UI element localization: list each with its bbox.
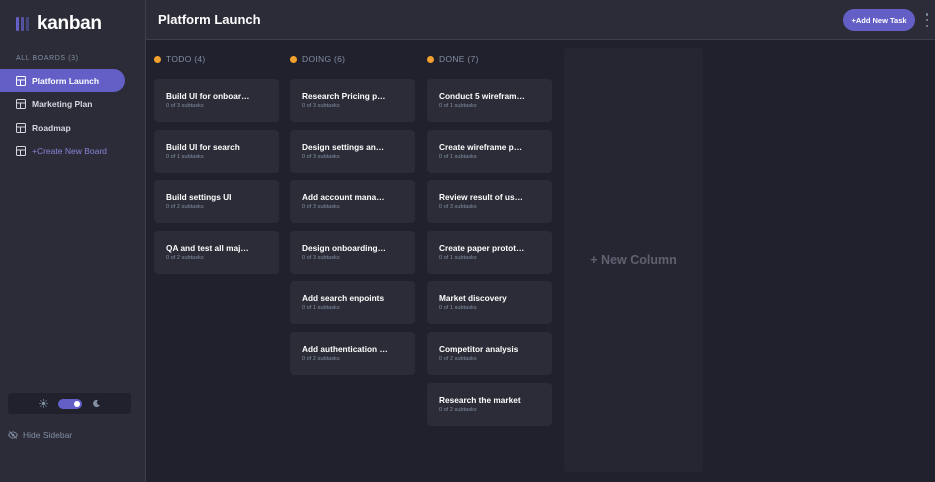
board-list: Platform Launch Marketing Plan Roadmap +… [0, 69, 146, 163]
sidebar-item-label: Marketing Plan [32, 99, 93, 109]
column-todo: TODO (4) Build UI for onboarding flow 0 … [154, 52, 279, 274]
task-card[interactable]: Design settings and search pages 0 of 3 … [290, 130, 415, 173]
task-card[interactable]: Add search enpoints 0 of 1 subtasks [290, 281, 415, 324]
sidebar-item-platform-launch[interactable]: Platform Launch [0, 69, 125, 92]
status-dot-icon [427, 55, 434, 63]
create-new-board-button[interactable]: +Create New Board [0, 140, 146, 163]
column-doing: DOING (6) Research Pricing points of var… [290, 52, 415, 375]
task-title: Create wireframe prototype [439, 142, 525, 152]
task-card[interactable]: Build UI for search 0 of 1 subtasks [154, 130, 279, 173]
add-new-task-button[interactable]: +Add New Task [843, 9, 915, 31]
task-card[interactable]: Competitor analysis 0 of 2 subtasks [427, 332, 552, 375]
task-card[interactable]: Research the market 0 of 2 subtasks [427, 383, 552, 426]
top-bar: Platform Launch +Add New Task [146, 0, 935, 40]
task-card[interactable]: Create paper prototypes 0 of 1 subtasks [427, 231, 552, 274]
task-subtasks: 0 of 2 subtasks [439, 356, 477, 362]
column-header: TODO (4) [154, 52, 279, 66]
task-title: Competitor analysis [439, 344, 519, 354]
task-title: Build UI for onboarding flow [166, 91, 252, 101]
board-icon [16, 146, 26, 156]
task-subtasks: 0 of 1 subtasks [439, 255, 477, 261]
all-boards-heading: ALL BOARDS (3) [16, 55, 79, 62]
logo: kanban [16, 13, 102, 34]
board-icon [16, 99, 26, 109]
task-title: Build UI for search [166, 142, 240, 152]
task-subtasks: 0 of 2 subtasks [166, 255, 204, 261]
sidebar: kanban ALL BOARDS (3) Platform Launch Ma… [0, 0, 146, 482]
task-card[interactable]: Build UI for onboarding flow 0 of 3 subt… [154, 79, 279, 122]
hide-sidebar-button[interactable]: Hide Sidebar [8, 428, 72, 442]
column-title: TODO (4) [166, 54, 206, 64]
task-card[interactable]: Conduct 5 wireframe tests 0 of 1 subtask… [427, 79, 552, 122]
task-subtasks: 0 of 3 subtasks [302, 154, 340, 160]
task-card[interactable]: Build settings UI 0 of 2 subtasks [154, 180, 279, 223]
task-card[interactable]: Add account management endpoints 0 of 3 … [290, 180, 415, 223]
sun-icon [38, 399, 48, 408]
kanban-logo-icon [16, 17, 29, 31]
status-dot-icon [154, 55, 161, 63]
status-dot-icon [290, 55, 297, 63]
column-header: DOING (6) [290, 52, 415, 66]
task-title: Add search enpoints [302, 293, 385, 303]
task-title: Build settings UI [166, 192, 232, 202]
task-title: Create paper prototypes [439, 243, 525, 253]
task-title: Add account management endpoints [302, 192, 388, 202]
switch-knob [73, 400, 80, 407]
task-title: Market discovery [439, 293, 507, 303]
task-subtasks: 0 of 1 subtasks [439, 305, 477, 311]
moon-icon [92, 399, 100, 408]
task-card[interactable]: QA and test all major user journeys 0 of… [154, 231, 279, 274]
task-title: Review result of usability tests [439, 192, 525, 202]
dark-mode-switch[interactable] [57, 398, 82, 409]
task-card[interactable]: Design onboarding flow 0 of 3 subtasks [290, 231, 415, 274]
new-column-button[interactable]: + New Column [564, 48, 703, 472]
task-subtasks: 0 of 1 subtasks [302, 305, 340, 311]
task-subtasks: 0 of 2 subtasks [166, 204, 204, 210]
task-title: QA and test all major user journeys [166, 243, 252, 253]
task-subtasks: 0 of 1 subtasks [439, 154, 477, 160]
sidebar-item-label: Roadmap [32, 122, 71, 133]
task-title: Research the market [439, 395, 521, 405]
task-subtasks: 0 of 3 subtasks [302, 204, 340, 210]
eye-slash-icon [8, 431, 18, 439]
task-card[interactable]: Review result of usability tests 0 of 3 … [427, 180, 552, 223]
sidebar-item-marketing-plan[interactable]: Marketing Plan [0, 93, 146, 116]
task-title: Conduct 5 wireframe tests [439, 91, 525, 101]
page-title: Platform Launch [158, 12, 261, 27]
board-icon [16, 75, 26, 86]
task-card[interactable]: Create wireframe prototype 0 of 1 subtas… [427, 130, 552, 173]
task-subtasks: 0 of 3 subtasks [439, 204, 477, 210]
task-subtasks: 0 of 3 subtasks [302, 255, 340, 261]
task-title: Design settings and search pages [302, 142, 388, 152]
column-done: DONE (7) Conduct 5 wireframe tests 0 of … [427, 52, 552, 426]
create-new-board-label: +Create New Board [32, 146, 107, 156]
sidebar-item-roadmap[interactable]: Roadmap [0, 116, 146, 139]
hide-sidebar-label: Hide Sidebar [23, 430, 73, 440]
task-title: Add authentication endpoints [302, 344, 388, 354]
theme-toggle [8, 393, 131, 414]
task-subtasks: 0 of 3 subtasks [166, 103, 204, 109]
task-subtasks: 0 of 2 subtasks [439, 407, 477, 413]
column-header: DONE (7) [427, 52, 552, 66]
task-card[interactable]: Research Pricing points of various compe… [290, 79, 415, 122]
column-title: DONE (7) [439, 54, 479, 64]
task-card[interactable]: Add authentication endpoints 0 of 2 subt… [290, 332, 415, 375]
task-title: Research Pricing points of various compe… [302, 91, 388, 101]
vertical-ellipsis-icon[interactable] [924, 13, 930, 27]
task-title: Design onboarding flow [302, 243, 388, 253]
board-icon [16, 122, 26, 133]
task-subtasks: 0 of 2 subtasks [302, 356, 340, 362]
logo-text: kanban [37, 13, 102, 34]
task-card[interactable]: Market discovery 0 of 1 subtasks [427, 281, 552, 324]
sidebar-item-label: Platform Launch [32, 75, 100, 86]
column-title: DOING (6) [302, 54, 346, 64]
task-subtasks: 0 of 1 subtasks [166, 154, 204, 160]
task-subtasks: 0 of 1 subtasks [439, 103, 477, 109]
task-subtasks: 0 of 3 subtasks [302, 103, 340, 109]
